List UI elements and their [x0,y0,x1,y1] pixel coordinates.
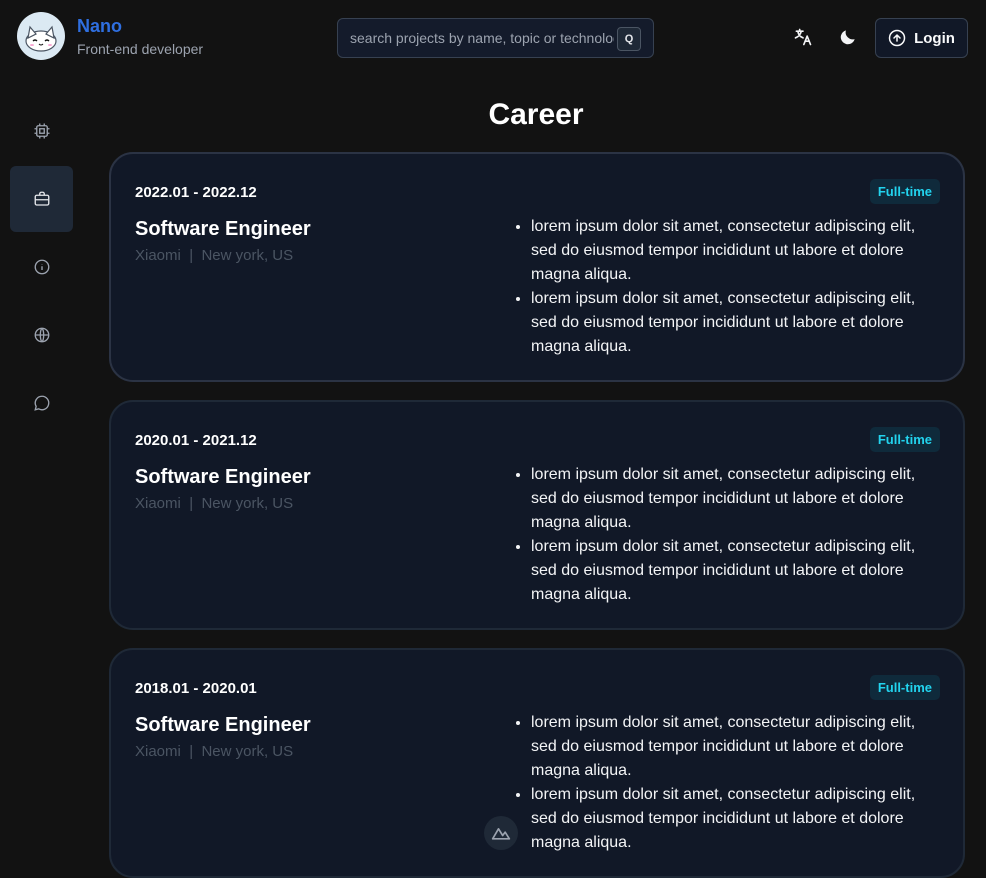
mountain-logo-icon [491,828,511,840]
career-bullet: lorem ipsum dolor sit amet, consectetur … [531,535,941,607]
sidebar-item-contact[interactable] [10,370,73,436]
career-bullet: lorem ipsum dolor sit amet, consectetur … [531,463,941,535]
sidebar-item-projects[interactable] [10,98,73,164]
career-role: Software Engineer [135,218,311,240]
employment-type-badge: Full-time [869,675,940,700]
chat-icon [33,395,49,411]
career-period: 2018.01 - 2020.01 [135,680,257,697]
career-location: New york, US [201,743,294,760]
career-meta: Xiaomi | New york, US [135,247,293,264]
career-card: 2022.01 - 2022.12 Full-time Software Eng… [109,152,965,382]
career-company: Xiaomi [135,743,181,760]
career-period: 2022.01 - 2022.12 [135,184,257,201]
career-bullet: lorem ipsum dolor sit amet, consectetur … [531,215,941,287]
career-role: Software Engineer [135,466,311,488]
translate-icon[interactable] [792,26,814,48]
employment-type-badge: Full-time [869,179,940,204]
avatar[interactable] [17,12,65,60]
career-period: 2020.01 - 2021.12 [135,432,257,449]
top-header: Nano Front-end developer Q Login [0,0,986,76]
sidebar-item-career[interactable] [10,166,73,232]
career-bullet: lorem ipsum dolor sit amet, consectetur … [531,783,941,855]
info-icon [34,259,49,275]
career-bullets: lorem ipsum dolor sit amet, consectetur … [531,215,941,359]
profile-subtitle: Front-end developer [77,41,204,57]
meta-separator: | [189,743,194,760]
login-label: Login [914,29,955,47]
career-meta: Xiaomi | New york, US [135,743,293,760]
career-bullets: lorem ipsum dolor sit amet, consectetur … [531,711,941,855]
meta-separator: | [189,247,194,264]
search-input[interactable] [350,28,614,48]
login-button[interactable]: Login [875,18,968,58]
career-location: New york, US [201,495,294,512]
career-company: Xiaomi [135,247,181,264]
career-card: 2020.01 - 2021.12 Full-time Software Eng… [109,400,965,630]
search-shortcut-key: Q [617,27,641,51]
career-company: Xiaomi [135,495,181,512]
sidebar-item-about[interactable] [10,234,73,300]
career-role: Software Engineer [135,714,311,736]
career-bullet: lorem ipsum dolor sit amet, consectetur … [531,287,941,359]
career-bullets: lorem ipsum dolor sit amet, consectetur … [531,463,941,607]
moon-icon[interactable] [837,26,859,48]
upload-circle-icon [888,29,906,47]
sidebar-item-links[interactable] [10,302,73,368]
scroll-top-button[interactable] [484,816,518,850]
career-meta: Xiaomi | New york, US [135,495,293,512]
career-location: New york, US [201,247,294,264]
employment-type-badge: Full-time [869,427,940,452]
meta-separator: | [189,495,194,512]
globe-icon [34,327,49,343]
page-title: Career [488,98,584,131]
profile-name[interactable]: Nano [77,16,122,37]
cpu-icon [34,123,49,139]
career-bullet: lorem ipsum dolor sit amet, consectetur … [531,711,941,783]
cat-avatar-icon [19,14,63,58]
career-card: 2018.01 - 2020.01 Full-time Software Eng… [109,648,965,878]
search-box[interactable]: Q [337,18,654,58]
briefcase-icon [34,191,49,206]
